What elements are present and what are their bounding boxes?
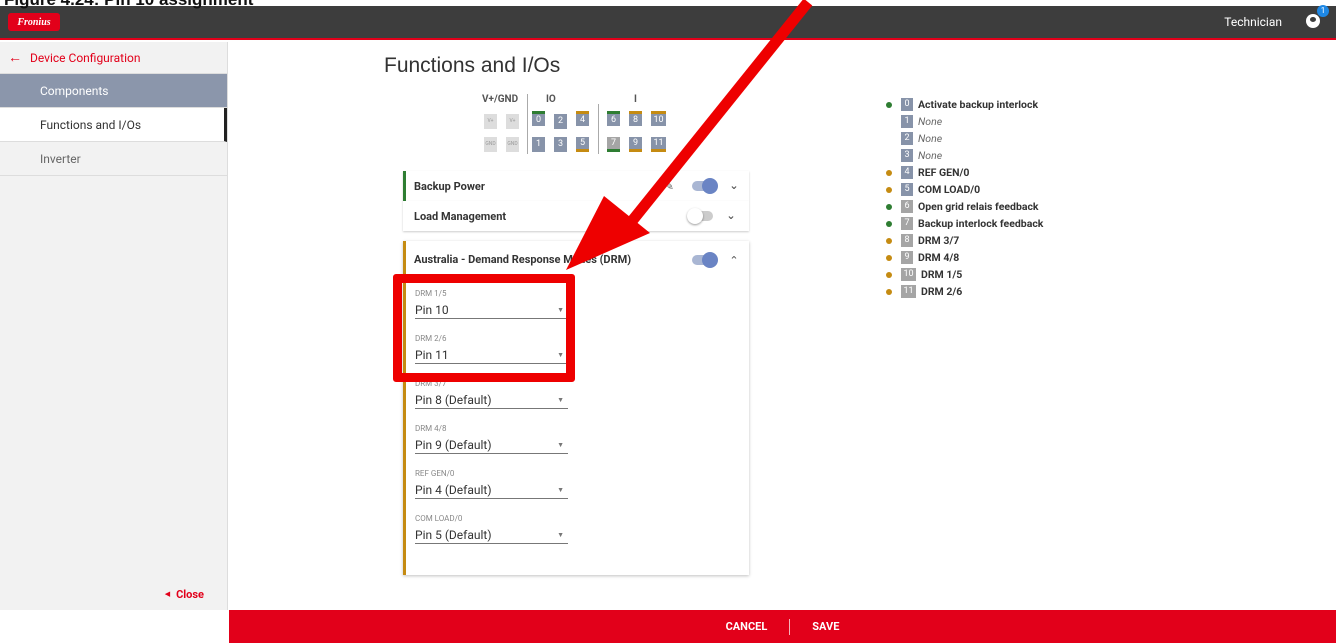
annotation-arrow-icon [566, 0, 813, 270]
